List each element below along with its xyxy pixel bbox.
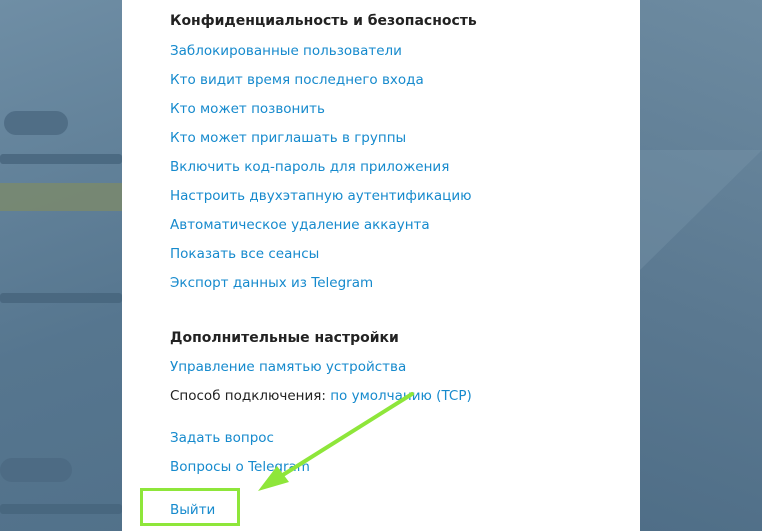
account-self-destruct-link[interactable]: Автоматическое удаление аккаунта — [170, 217, 430, 233]
background-pattern — [640, 150, 762, 270]
storage-management-link[interactable]: Управление памятью устройства — [170, 359, 406, 375]
calls-privacy-link[interactable]: Кто может позвонить — [170, 101, 325, 117]
groups-privacy-link[interactable]: Кто может приглашать в группы — [170, 130, 406, 146]
show-sessions-link[interactable]: Показать все сеансы — [170, 246, 319, 262]
blurred-date-pill — [0, 458, 72, 482]
connection-type-link[interactable]: по умолчанию (TCP) — [330, 388, 472, 404]
ask-question-link[interactable]: Задать вопрос — [170, 430, 274, 446]
blurred-message — [0, 154, 122, 164]
logout-link[interactable]: Выйти — [170, 502, 215, 518]
blurred-message-highlight — [0, 183, 122, 211]
advanced-section-title: Дополнительные настройки — [170, 330, 399, 346]
two-step-verification-link[interactable]: Настроить двухэтапную аутентификацию — [170, 188, 472, 204]
last-seen-link[interactable]: Кто видит время последнего входа — [170, 72, 424, 88]
blurred-message — [0, 504, 122, 514]
connection-type-label: Способ подключения: — [170, 388, 331, 404]
settings-panel: Конфиденциальность и безопасность Заблок… — [122, 0, 640, 531]
connection-type-row: Способ подключения: по умолчанию (TCP) — [170, 388, 472, 404]
privacy-section-title: Конфиденциальность и безопасность — [170, 13, 477, 29]
blurred-date-pill — [4, 111, 68, 135]
export-data-link[interactable]: Экспорт данных из Telegram — [170, 275, 373, 291]
blocked-users-link[interactable]: Заблокированные пользователи — [170, 43, 402, 59]
blurred-message — [0, 293, 122, 303]
passcode-link[interactable]: Включить код-пароль для приложения — [170, 159, 449, 175]
telegram-faq-link[interactable]: Вопросы о Telegram — [170, 459, 310, 475]
